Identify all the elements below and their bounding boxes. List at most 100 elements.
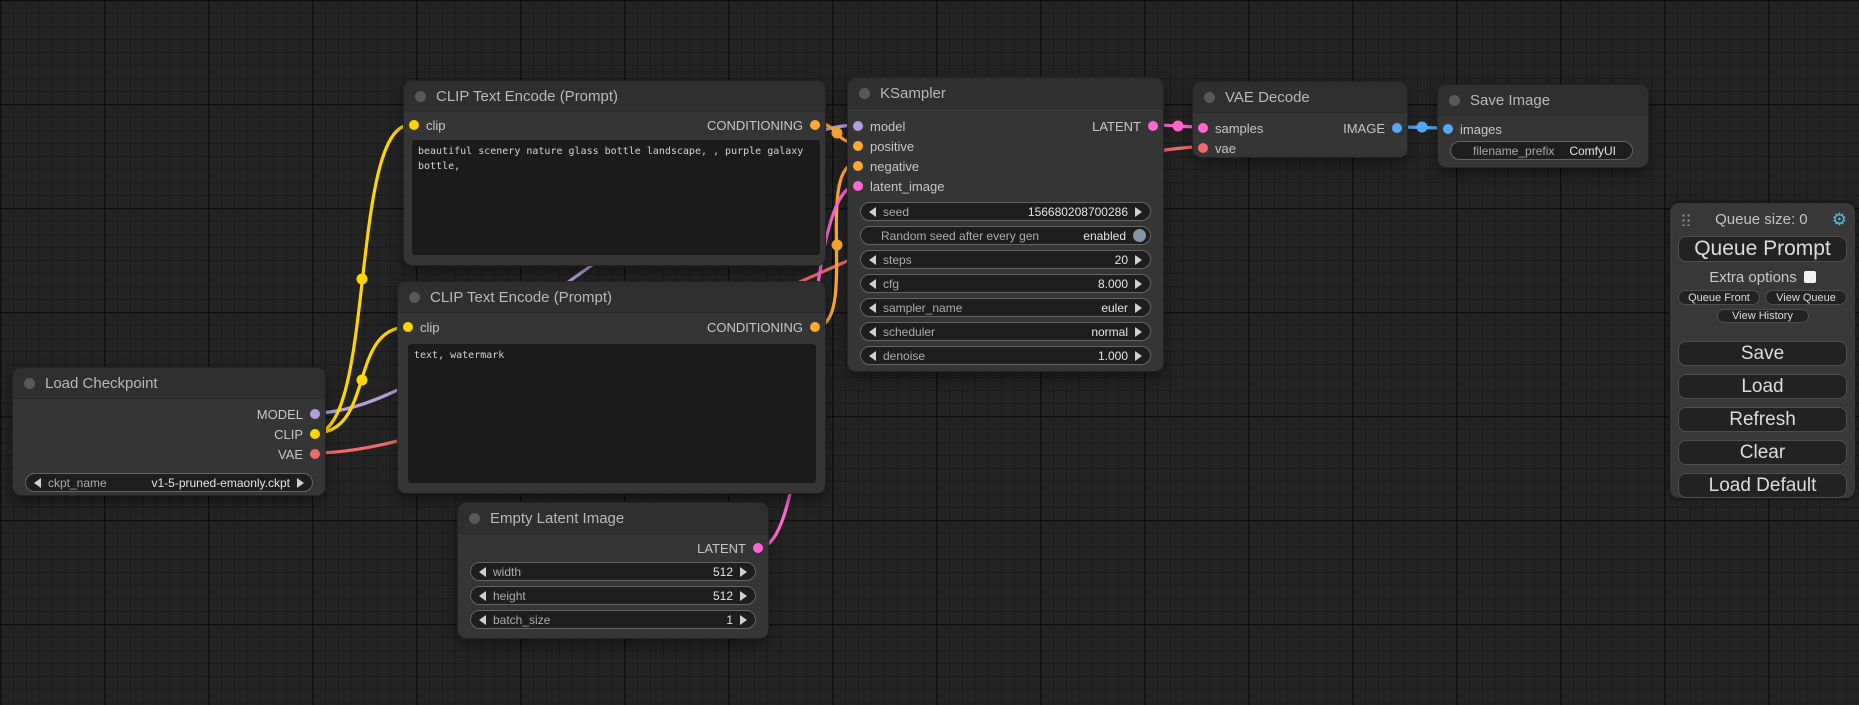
collapse-dot-icon[interactable] — [409, 292, 420, 303]
prev-arrow-icon[interactable] — [479, 591, 486, 601]
next-arrow-icon[interactable] — [740, 615, 747, 625]
output-slot-conditioning-icon[interactable] — [810, 322, 820, 332]
node-save-image[interactable]: Save Image images filename_prefix ComfyU… — [1438, 85, 1648, 167]
widget-scheduler[interactable]: scheduler normal — [860, 322, 1151, 341]
refresh-button[interactable]: Refresh — [1678, 407, 1847, 432]
widget-ckpt-name[interactable]: ckpt_name v1-5-pruned-emaonly.ckpt — [25, 473, 313, 492]
node-clip-text-encode-negative[interactable]: CLIP Text Encode (Prompt) clip CONDITION… — [398, 282, 825, 493]
widget-sampler-name[interactable]: sampler_name euler — [860, 298, 1151, 317]
output-slot-image-icon[interactable] — [1392, 123, 1402, 133]
settings-gear-icon[interactable]: ⚙ — [1832, 211, 1847, 228]
node-load-checkpoint[interactable]: Load Checkpoint MODEL CLIP VAE ckpt_name… — [13, 368, 325, 495]
node-title-bar[interactable]: CLIP Text Encode (Prompt) — [404, 81, 825, 112]
node-title: CLIP Text Encode (Prompt) — [436, 88, 618, 105]
widget-label: seed — [883, 205, 1021, 219]
collapse-dot-icon[interactable] — [859, 88, 870, 99]
next-arrow-icon[interactable] — [1135, 327, 1142, 337]
output-slot-model-icon[interactable] — [310, 409, 320, 419]
queue-front-button[interactable]: Queue Front — [1678, 290, 1760, 305]
input-slot-clip-icon[interactable] — [409, 120, 419, 130]
load-button[interactable]: Load — [1678, 374, 1847, 399]
widget-value: 512 — [713, 565, 733, 579]
collapse-dot-icon[interactable] — [1449, 95, 1460, 106]
extra-options-checkbox[interactable] — [1804, 271, 1816, 283]
node-title-bar[interactable]: VAE Decode — [1193, 82, 1407, 113]
prev-arrow-icon[interactable] — [869, 351, 876, 361]
output-slot-conditioning-icon[interactable] — [810, 120, 820, 130]
prev-arrow-icon[interactable] — [869, 303, 876, 313]
negative-prompt-textarea[interactable]: text, watermark — [408, 344, 816, 483]
input-slot-model-icon[interactable] — [853, 121, 863, 131]
collapse-dot-icon[interactable] — [415, 91, 426, 102]
node-ksampler[interactable]: KSampler model LATENT positive negative … — [848, 78, 1163, 371]
positive-prompt-textarea[interactable]: beautiful scenery nature glass bottle la… — [412, 140, 820, 255]
next-arrow-icon[interactable] — [740, 591, 747, 601]
widget-label: denoise — [883, 349, 1091, 363]
input-slot-samples-icon[interactable] — [1198, 123, 1208, 133]
output-label: IMAGE — [1343, 121, 1385, 136]
widget-cfg[interactable]: cfg 8.000 — [860, 274, 1151, 293]
node-title-bar[interactable]: Save Image — [1438, 85, 1648, 116]
widget-steps[interactable]: steps 20 — [860, 250, 1151, 269]
output-slot-latent-icon[interactable] — [1148, 121, 1158, 131]
collapse-dot-icon[interactable] — [1204, 92, 1215, 103]
prev-arrow-icon[interactable] — [479, 615, 486, 625]
node-title: KSampler — [880, 85, 946, 102]
prev-arrow-icon[interactable] — [479, 567, 486, 577]
prev-arrow-icon[interactable] — [869, 207, 876, 217]
input-label: samples — [1215, 121, 1263, 136]
output-slot-latent-icon[interactable] — [753, 543, 763, 553]
node-clip-text-encode-positive[interactable]: CLIP Text Encode (Prompt) clip CONDITION… — [404, 81, 825, 265]
input-slot-positive-icon[interactable] — [853, 141, 863, 151]
input-slot-negative-icon[interactable] — [853, 161, 863, 171]
view-history-button[interactable]: View History — [1717, 309, 1809, 323]
widget-seed[interactable]: seed 156680208700286 — [860, 202, 1151, 221]
save-button[interactable]: Save — [1678, 341, 1847, 366]
input-slot-latent-image-icon[interactable] — [853, 181, 863, 191]
input-label: clip — [420, 320, 440, 335]
toggle-circle-icon[interactable] — [1133, 229, 1146, 242]
link-dot-clip-2 — [357, 375, 368, 386]
node-graph-canvas[interactable]: CLIP Text Encode (Prompt) clip CONDITION… — [0, 0, 1859, 705]
prev-arrow-icon[interactable] — [869, 255, 876, 265]
next-arrow-icon[interactable] — [1135, 207, 1142, 217]
node-title-bar[interactable]: Empty Latent Image — [458, 503, 768, 534]
next-arrow-icon[interactable] — [740, 567, 747, 577]
input-slot-clip-icon[interactable] — [403, 322, 413, 332]
widget-width[interactable]: width 512 — [470, 562, 756, 581]
clear-button[interactable]: Clear — [1678, 440, 1847, 465]
queue-prompt-button[interactable]: Queue Prompt — [1678, 236, 1847, 262]
node-title-bar[interactable]: Load Checkpoint — [13, 368, 325, 399]
widget-value: normal — [1091, 325, 1128, 339]
drag-handle-icon[interactable] — [1681, 213, 1691, 226]
prev-arrow-icon[interactable] — [869, 279, 876, 289]
widget-label: filename_prefix — [1459, 144, 1562, 158]
widget-height[interactable]: height 512 — [470, 586, 756, 605]
node-title-bar[interactable]: CLIP Text Encode (Prompt) — [398, 282, 825, 313]
node-empty-latent-image[interactable]: Empty Latent Image LATENT width 512 heig… — [458, 503, 768, 638]
node-vae-decode[interactable]: VAE Decode samples IMAGE vae — [1193, 82, 1407, 157]
widget-filename-prefix[interactable]: filename_prefix ComfyUI — [1450, 141, 1633, 160]
input-label: model — [870, 119, 905, 134]
collapse-dot-icon[interactable] — [24, 378, 35, 389]
widget-batch-size[interactable]: batch_size 1 — [470, 610, 756, 629]
next-arrow-icon[interactable] — [297, 478, 304, 488]
view-queue-button[interactable]: View Queue — [1765, 290, 1847, 305]
load-default-button[interactable]: Load Default — [1678, 473, 1847, 498]
input-slot-images-icon[interactable] — [1443, 124, 1453, 134]
node-title-bar[interactable]: KSampler — [848, 78, 1163, 109]
widget-denoise[interactable]: denoise 1.000 — [860, 346, 1151, 365]
prev-arrow-icon[interactable] — [869, 327, 876, 337]
next-arrow-icon[interactable] — [1135, 303, 1142, 313]
prev-arrow-icon[interactable] — [34, 478, 41, 488]
input-slot-vae-icon[interactable] — [1198, 143, 1208, 153]
next-arrow-icon[interactable] — [1135, 279, 1142, 289]
widget-value: 1.000 — [1098, 349, 1128, 363]
next-arrow-icon[interactable] — [1135, 255, 1142, 265]
collapse-dot-icon[interactable] — [469, 513, 480, 524]
output-slot-clip-icon[interactable] — [310, 429, 320, 439]
widget-value: 512 — [713, 589, 733, 603]
output-slot-vae-icon[interactable] — [310, 449, 320, 459]
widget-random-seed-toggle[interactable]: Random seed after every gen enabled — [860, 226, 1151, 245]
next-arrow-icon[interactable] — [1135, 351, 1142, 361]
